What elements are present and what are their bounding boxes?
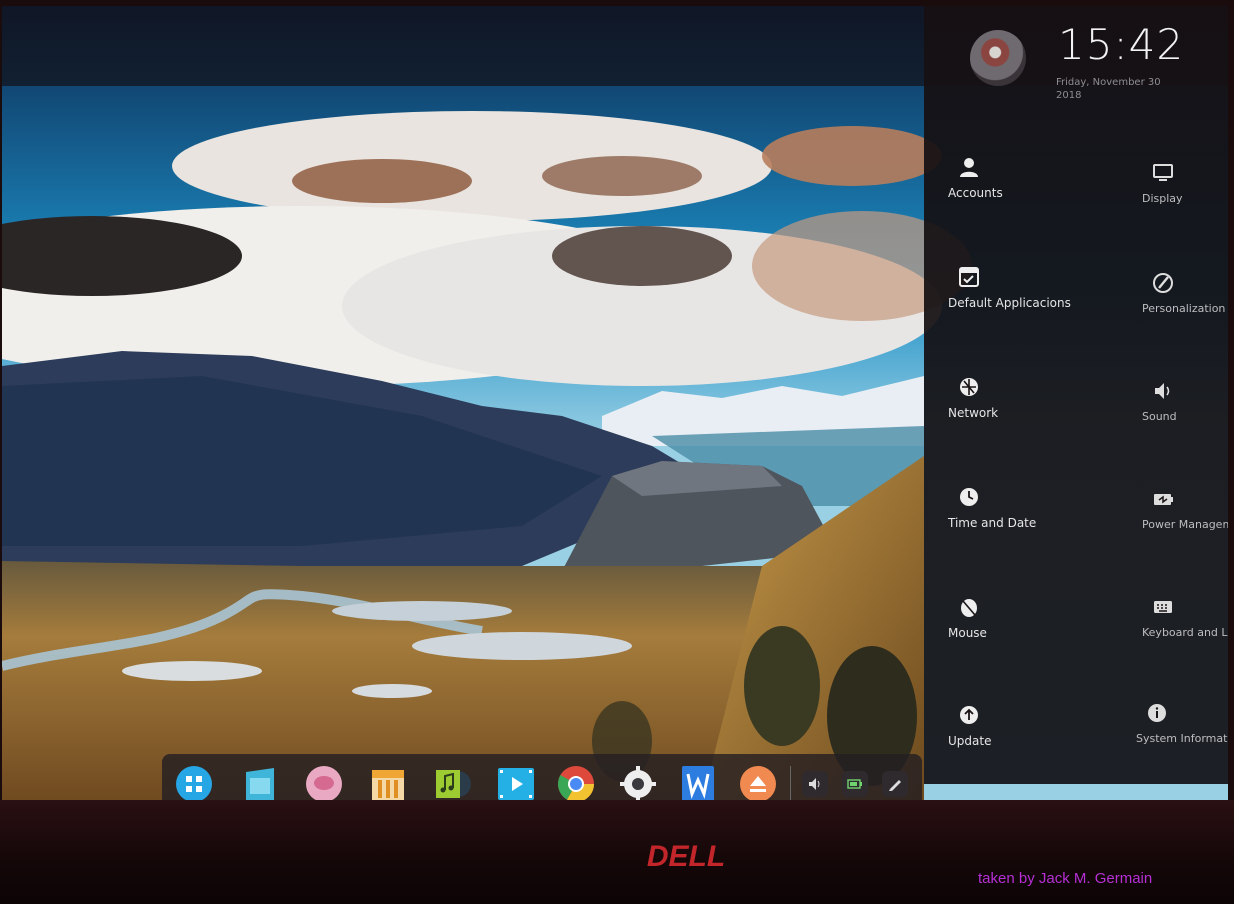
settings-item-label: System Informatio [1136,732,1228,745]
battery-icon [1154,494,1173,505]
settings-item-time-and-date[interactable]: Time and Date [946,486,1064,576]
dell-logo-text: DELL [647,840,725,873]
settings-item-update[interactable]: Update [946,704,1064,794]
app-store-icon[interactable] [240,764,280,802]
battery-icon[interactable] [842,771,868,797]
user-icon [960,158,978,177]
user-avatar[interactable] [970,30,1026,86]
mouse-icon [961,599,977,617]
settings-item-label: Sound [1142,410,1177,423]
control-center-panel: 15:42 Friday, November 30 2018 Accounts … [924,6,1228,784]
settings-item-personalization[interactable]: Personalization [1140,272,1228,362]
settings-item-system-information[interactable]: System Informatio [1134,702,1228,792]
video-player-icon[interactable] [496,764,536,802]
dell-logo: DELL [647,840,725,873]
settings-item-label: Time and Date [948,516,1037,530]
dock-separator [790,766,791,802]
settings-item-label: Mouse [948,626,987,640]
keyboard-icon [1154,601,1172,613]
pen-icon[interactable] [882,771,908,797]
checkbox-icon [959,267,979,287]
settings-item-keyboard-and-language[interactable]: Keyboard and Lan [1140,596,1228,686]
settings-item-display[interactable]: Display [1140,162,1228,252]
chat-icon[interactable] [304,764,344,802]
settings-item-accounts[interactable]: Accounts [946,156,1064,246]
settings-item-mouse[interactable]: Mouse [946,596,1064,686]
monitor-frame: 15:42 Friday, November 30 2018 Accounts … [0,0,1234,904]
network-icon [960,378,978,396]
settings-item-label: Update [948,734,992,748]
music-player-icon[interactable] [432,764,472,802]
dock [162,754,922,802]
settings-icon[interactable] [618,764,658,802]
palette-icon [1153,273,1173,293]
date-weekday: Friday, November 30 [1056,77,1161,88]
wps-writer-icon[interactable] [678,764,718,802]
screen: 15:42 Friday, November 30 2018 Accounts … [2,6,1228,802]
panel-date: Friday, November 30 2018 [1056,76,1176,102]
settings-item-default-applications[interactable]: Default Applicacions [946,266,1071,356]
clock-icon [960,488,978,506]
settings-item-label: Default Applicacions [948,296,1071,310]
speaker-icon [1155,383,1170,399]
settings-item-label: Personalization [1142,302,1226,315]
launcher-icon[interactable] [174,764,214,802]
file-manager-icon[interactable] [368,764,408,802]
disk-eject-icon[interactable] [738,764,778,802]
update-icon [960,706,978,724]
settings-item-sound[interactable]: Sound [1140,380,1228,470]
info-icon [1148,704,1166,722]
settings-item-label: Accounts [948,186,1003,200]
volume-icon[interactable] [802,771,828,797]
monitor-bezel [0,800,1234,904]
date-year: 2018 [1056,90,1082,101]
chrome-icon[interactable] [556,764,596,802]
settings-item-label: Power Manageme [1142,518,1228,531]
photo-credit: taken by Jack M. Germain [978,870,1153,887]
monitor-icon [1153,164,1173,181]
settings-item-label: Display [1142,192,1183,205]
panel-clock: 15:42 [1058,20,1185,69]
settings-item-label: Network [948,406,999,420]
settings-item-label: Keyboard and Lan [1142,626,1228,639]
settings-item-power-management[interactable]: Power Manageme [1140,488,1228,578]
settings-item-network[interactable]: Network [946,376,1064,466]
